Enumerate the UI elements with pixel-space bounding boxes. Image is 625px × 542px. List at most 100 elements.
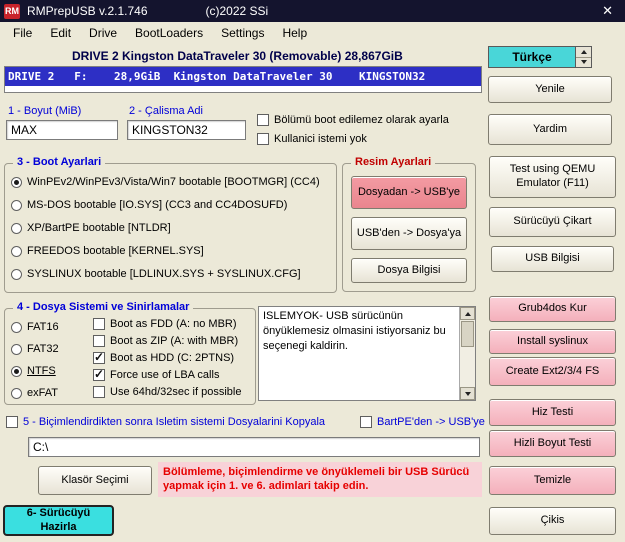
non-bootable-label: Bölümü boot edilemez olarak ayarla [274, 114, 449, 126]
boot-as-fdd-checkbox[interactable]: Boot as FDD (A: no MBR) [93, 318, 237, 330]
usb-to-file-button[interactable]: USB'den -> Dosya'ya [351, 217, 467, 250]
menu-edit[interactable]: Edit [41, 24, 80, 42]
copyright-text: (c)2022 SSi [206, 4, 269, 18]
app-logo-icon: RM [4, 4, 20, 19]
copy-os-files-label: 5 - Biçimlendirdikten sonra Isletim sist… [23, 416, 325, 428]
force-lba-checkbox[interactable]: Force use of LBA calls [93, 369, 219, 381]
checkbox-icon [93, 352, 105, 364]
no-user-prompt-checkbox[interactable]: Kullanici istemi yok [257, 133, 367, 145]
close-icon[interactable]: ✕ [598, 3, 617, 19]
size-input[interactable] [6, 120, 118, 140]
bartpe-to-usb-checkbox[interactable]: BartPE'den -> USB'ye [360, 416, 485, 428]
boot-as-hdd-checkbox[interactable]: Boot as HDD (C: 2PTNS) [93, 352, 234, 364]
menubar: File Edit Drive BootLoaders Settings Hel… [0, 22, 625, 44]
checkbox-icon [257, 114, 269, 126]
install-syslinux-button[interactable]: Install syslinux [489, 329, 616, 354]
boot-option-winpe[interactable]: WinPEv2/WinPEv3/Vista/Win7 bootable [BOO… [11, 176, 320, 188]
radio-icon [11, 366, 22, 377]
qemu-test-button[interactable]: Test using QEMU Emulator (F11) [489, 156, 616, 198]
instructions-hint: Bölümleme, biçimlendirme ve önyüklemeli … [158, 462, 482, 497]
exit-button[interactable]: Çikis [489, 507, 616, 535]
radio-icon [11, 269, 22, 280]
info-box: ISLEMYOK- USB sürücünün önyüklemesiz olm… [258, 306, 476, 401]
clean-button[interactable]: Temizle [489, 466, 616, 495]
prepare-drive-button[interactable]: 6- Sürücüyü Hazirla [3, 505, 114, 536]
filesystem-title: 4 - Dosya Sistemi ve Sinirlamalar [13, 301, 193, 313]
radio-icon [11, 388, 22, 399]
checkbox-icon [360, 416, 372, 428]
language-select[interactable]: Türkçe [488, 46, 592, 68]
file-to-usb-button[interactable]: Dosyadan -> USB'ye [351, 176, 467, 209]
eject-drive-button[interactable]: Sürücüyü Çikart [489, 207, 616, 237]
menu-file[interactable]: File [4, 24, 41, 42]
speed-test-button[interactable]: Hiz Testi [489, 399, 616, 426]
fs-exfat-radio[interactable]: exFAT [11, 387, 58, 399]
source-path-input[interactable] [28, 437, 480, 457]
radio-icon [11, 246, 22, 257]
drive-listbox[interactable]: DRIVE 2 F: 28,9GiB Kingston DataTraveler… [4, 66, 482, 93]
radio-icon [11, 322, 22, 333]
scroll-track[interactable] [460, 320, 475, 387]
menu-help[interactable]: Help [273, 24, 316, 42]
checkbox-icon [93, 318, 105, 330]
menu-bootloaders[interactable]: BootLoaders [126, 24, 212, 42]
copy-os-files-checkbox[interactable]: 5 - Biçimlendirdikten sonra Isletim sist… [6, 416, 325, 428]
fs-label: exFAT [27, 387, 58, 399]
flag-label: Boot as ZIP (A: with MBR) [110, 335, 238, 347]
flag-label: Boot as FDD (A: no MBR) [110, 318, 237, 330]
grub4dos-button[interactable]: Grub4dos Kur [489, 296, 616, 322]
scroll-up-icon[interactable] [460, 307, 475, 320]
spin-down-icon[interactable] [576, 57, 591, 68]
rmprepusb-window: RM RMPrepUSB v.2.1.746 (c)2022 SSi ✕ Fil… [0, 0, 625, 542]
use-64hd-checkbox[interactable]: Use 64hd/32sec if possible [93, 386, 241, 398]
non-bootable-checkbox[interactable]: Bölümü boot edilemez olarak ayarla [257, 114, 449, 126]
volume-input[interactable] [127, 120, 246, 140]
language-value: Türkçe [489, 47, 575, 67]
boot-option-msdos[interactable]: MS-DOS bootable [IO.SYS] (CC3 and CC4DOS… [11, 199, 287, 211]
language-spinner[interactable] [575, 47, 591, 67]
no-user-prompt-label: Kullanici istemi yok [274, 133, 367, 145]
checkbox-icon [93, 335, 105, 347]
boot-option-label: FREEDOS bootable [KERNEL.SYS] [27, 245, 204, 257]
boot-option-xp-bartpe[interactable]: XP/BartPE bootable [NTLDR] [11, 222, 171, 234]
spin-up-icon[interactable] [576, 47, 591, 57]
size-label: 1 - Boyut (MiB) [8, 105, 81, 117]
file-info-button[interactable]: Dosya Bilgisi [351, 258, 467, 283]
bartpe-to-usb-label: BartPE'den -> USB'ye [377, 416, 485, 428]
boot-option-freedos[interactable]: FREEDOS bootable [KERNEL.SYS] [11, 245, 204, 257]
boot-option-label: XP/BartPE bootable [NTLDR] [27, 222, 171, 234]
menu-settings[interactable]: Settings [212, 24, 273, 42]
boot-options-group: 3 - Boot Ayarlari WinPEv2/WinPEv3/Vista/… [4, 163, 337, 293]
scroll-down-icon[interactable] [460, 387, 475, 400]
boot-as-zip-checkbox[interactable]: Boot as ZIP (A: with MBR) [93, 335, 238, 347]
checkbox-icon [93, 369, 105, 381]
fs-fat16-radio[interactable]: FAT16 [11, 321, 59, 333]
radio-icon [11, 344, 22, 355]
radio-icon [11, 223, 22, 234]
fs-fat32-radio[interactable]: FAT32 [11, 343, 59, 355]
radio-icon [11, 200, 22, 211]
flag-label: Force use of LBA calls [110, 369, 219, 381]
boot-option-label: MS-DOS bootable [IO.SYS] (CC3 and CC4DOS… [27, 199, 287, 211]
filesystem-group: 4 - Dosya Sistemi ve Sinirlamalar FAT16 … [4, 308, 256, 405]
flag-label: Use 64hd/32sec if possible [110, 386, 241, 398]
boot-option-syslinux[interactable]: SYSLINUX bootable [LDLINUX.SYS + SYSLINU… [11, 268, 301, 280]
create-ext-fs-button[interactable]: Create Ext2/3/4 FS [489, 357, 616, 386]
scrollbar[interactable] [459, 307, 475, 400]
refresh-button[interactable]: Yenile [488, 76, 612, 103]
scroll-thumb[interactable] [461, 321, 474, 347]
checkbox-icon [257, 133, 269, 145]
drive-row-selected[interactable]: DRIVE 2 F: 28,9GiB Kingston DataTraveler… [5, 67, 481, 86]
titlebar: RM RMPrepUSB v.2.1.746 (c)2022 SSi ✕ [0, 0, 625, 22]
checkbox-icon [6, 416, 18, 428]
usb-info-button[interactable]: USB Bilgisi [491, 246, 614, 272]
fs-ntfs-radio[interactable]: NTFS [11, 365, 56, 377]
fs-label: FAT16 [27, 321, 59, 333]
radio-icon [11, 177, 22, 188]
image-tools-group: Resim Ayarlari Dosyadan -> USB'ye USB'de… [342, 163, 476, 292]
menu-drive[interactable]: Drive [80, 24, 126, 42]
quick-size-test-button[interactable]: Hizli Boyut Testi [489, 430, 616, 457]
help-button[interactable]: Yardim [488, 114, 612, 145]
choose-folder-button[interactable]: Klasör Seçimi [38, 466, 152, 495]
fs-label: NTFS [27, 365, 56, 377]
